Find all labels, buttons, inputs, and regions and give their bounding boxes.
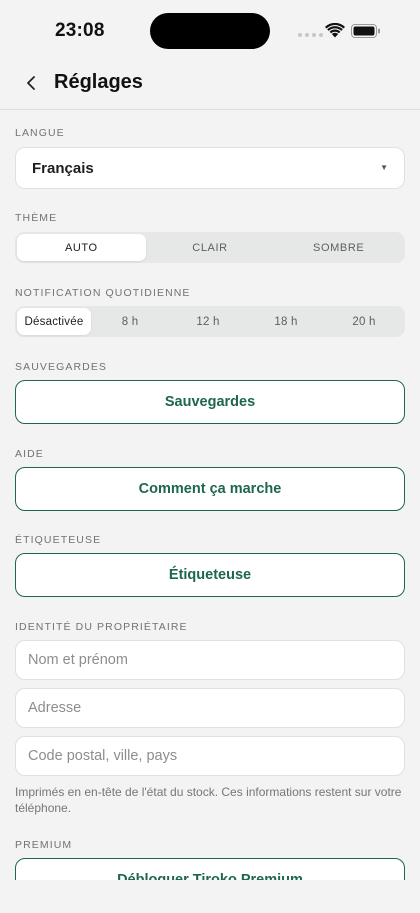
wifi-icon — [325, 23, 345, 38]
caret-down-icon: ▼ — [380, 163, 388, 172]
nav-header: Réglages — [0, 58, 420, 110]
unlock-premium-button[interactable]: Débloquer Tiroko Premium — [15, 858, 405, 880]
cellular-signal-icon — [298, 33, 323, 37]
section-label-owner: IDENTITÉ DU PROPRIÉTAIRE — [15, 621, 188, 633]
back-button[interactable] — [18, 70, 44, 96]
notification-option-18h[interactable]: 18 h — [247, 308, 325, 335]
section-label-premium: PREMIUM — [15, 839, 73, 851]
section-label-notification: NOTIFICATION QUOTIDIENNE — [15, 287, 191, 299]
status-bar: 23:08 — [0, 0, 420, 60]
section-label-language: LANGUE — [15, 127, 65, 139]
backups-button[interactable]: Sauvegardes — [15, 380, 405, 424]
page-title: Réglages — [54, 71, 143, 93]
language-select-value: Français — [32, 160, 94, 177]
owner-info-note: Imprimés en en-tête de l'état du stock. … — [15, 785, 402, 815]
section-label-theme: THÈME — [15, 212, 58, 224]
owner-name-input[interactable] — [15, 640, 405, 680]
notification-option-12h[interactable]: 12 h — [169, 308, 247, 335]
how-it-works-button[interactable]: Comment ça marche — [15, 467, 405, 511]
dynamic-island — [150, 13, 270, 49]
owner-city-input[interactable] — [15, 736, 405, 776]
notification-option-20h[interactable]: 20 h — [325, 308, 403, 335]
notification-option-off[interactable]: Désactivée — [17, 308, 91, 335]
theme-segmented-control: AUTO CLAIR SOMBRE — [15, 232, 405, 263]
section-label-backups: SAUVEGARDES — [15, 361, 108, 373]
notification-segmented-control: Désactivée 8 h 12 h 18 h 20 h — [15, 306, 405, 337]
theme-option-light[interactable]: CLAIR — [146, 234, 275, 261]
chevron-left-icon — [27, 76, 35, 90]
scroll-clip: Débloquer Tiroko Premium — [0, 858, 420, 880]
section-label-labeler: ÉTIQUETEUSE — [15, 534, 102, 546]
battery-icon — [351, 24, 380, 38]
theme-option-auto[interactable]: AUTO — [17, 234, 146, 261]
section-label-help: AIDE — [15, 448, 44, 460]
status-time: 23:08 — [55, 20, 105, 41]
language-select[interactable]: Français ▼ — [15, 147, 405, 189]
notification-option-8h[interactable]: 8 h — [91, 308, 169, 335]
owner-address-input[interactable] — [15, 688, 405, 728]
theme-option-dark[interactable]: SOMBRE — [274, 234, 403, 261]
labeler-button[interactable]: Étiqueteuse — [15, 553, 405, 597]
